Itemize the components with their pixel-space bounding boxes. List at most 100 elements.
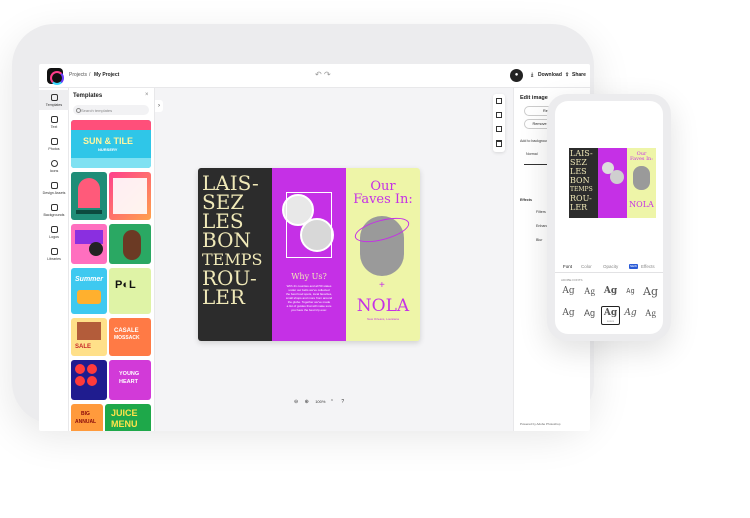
add-to-background-toggle[interactable]: Add to background xyxy=(520,139,550,143)
faves-line: Faves In: xyxy=(353,192,413,207)
phone-canvas-left: LAIS- SEZ LES BON TEMPS ROU- LER xyxy=(569,148,598,218)
font-option[interactable]: Ag xyxy=(580,285,599,304)
chevron-up-icon[interactable]: ⌃ xyxy=(330,399,334,405)
phone-headline: LAIS- SEZ LES BON TEMPS ROU- LER xyxy=(570,149,598,212)
headline-line: TEMPS xyxy=(570,186,593,193)
zoom-in-icon[interactable]: ⊕ xyxy=(305,399,309,405)
rail-item-text[interactable]: Text xyxy=(39,112,69,132)
template-thumb[interactable] xyxy=(109,224,151,264)
stage: Projects / My Project ↶ ↷ ● ⤓ Download ⇪… xyxy=(0,0,750,518)
city-subtitle: New Orleans, Louisiana xyxy=(367,317,399,321)
thumb-text: P◐L xyxy=(115,279,136,291)
template-thumb[interactable]: Summer xyxy=(71,268,107,314)
font-option[interactable]: Ag xyxy=(641,307,660,326)
breadcrumb-project[interactable]: My Project xyxy=(94,72,119,78)
font-option[interactable]: Ag xyxy=(580,307,599,326)
tab-color[interactable]: Color xyxy=(581,264,592,269)
blend-mode-select[interactable]: Normal xyxy=(526,152,538,156)
template-thumb[interactable]: SALE xyxy=(71,318,107,356)
templates-title: Templates xyxy=(73,93,103,99)
canvas-headline: LAIS- SEZ LES BON TEMPS ROU- LER xyxy=(202,173,270,307)
rail-label: Design Assets xyxy=(42,191,66,195)
font-option[interactable]: Ag xyxy=(621,307,640,326)
tab-font[interactable]: Font xyxy=(563,264,572,269)
rail-item-design-assets[interactable]: Design Assets xyxy=(39,178,69,198)
collapse-panel-icon[interactable]: › xyxy=(155,100,163,112)
template-thumb[interactable] xyxy=(71,224,107,264)
rail-item-libraries[interactable]: Libraries xyxy=(39,244,69,264)
headline-line: LAIS- xyxy=(570,149,593,158)
canvas-left-panel: LAIS- SEZ LES BON TEMPS ROU- LER xyxy=(198,168,272,341)
tab-opacity[interactable]: Opacity xyxy=(603,264,618,269)
rail-label: Icons xyxy=(49,169,59,173)
redo-icon[interactable]: ↷ xyxy=(324,70,331,79)
phone-canvas[interactable]: LAIS- SEZ LES BON TEMPS ROU- LER Our Fav… xyxy=(569,148,656,218)
rail-item-logos[interactable]: Logos xyxy=(39,222,69,242)
undo-icon[interactable]: ↶ xyxy=(315,70,322,79)
template-thumb[interactable] xyxy=(71,360,107,400)
rail-item-photos[interactable]: Photos xyxy=(39,134,69,154)
rail-label: Backgrounds xyxy=(43,213,65,217)
arrange-icon[interactable] xyxy=(496,126,502,132)
template-search-input[interactable]: Search templates xyxy=(73,105,149,115)
close-icon[interactable]: × xyxy=(145,92,149,98)
backgrounds-icon xyxy=(50,204,58,211)
font-option[interactable]: Ag xyxy=(559,285,578,304)
phone-screen: LAIS- SEZ LES BON TEMPS ROU- LER Our Fav… xyxy=(555,101,663,334)
blur-item[interactable]: Blur xyxy=(536,238,542,242)
thumb-decor xyxy=(75,364,85,374)
zoom-level[interactable]: 100% xyxy=(315,399,325,404)
font-option[interactable]: Ag xyxy=(601,285,620,304)
template-thumb[interactable]: P◐L xyxy=(109,268,151,314)
thumb-decor xyxy=(71,120,151,130)
thumb-text: BIG xyxy=(81,411,90,417)
top-bar: Projects / My Project ↶ ↷ ● ⤓ Download ⇪… xyxy=(39,64,590,88)
canvas-right-panel: Our Faves In: + NOLA New Orleans, Louisi… xyxy=(346,168,420,341)
breadcrumb-separator: / xyxy=(89,72,91,78)
template-thumb[interactable]: BIG ANNUAL xyxy=(71,404,103,431)
font-option[interactable]: Ag xyxy=(559,307,578,326)
thumb-decor xyxy=(78,178,100,208)
font-glyph: Ag xyxy=(583,308,595,318)
breadcrumb-projects[interactable]: Projects xyxy=(69,72,87,78)
template-thumb[interactable]: CASALE MOSSACK xyxy=(109,318,151,356)
layer-icon[interactable] xyxy=(496,98,502,104)
template-thumb[interactable] xyxy=(71,172,107,220)
trash-icon[interactable] xyxy=(496,140,502,147)
rail-item-icons[interactable]: Icons xyxy=(39,156,69,176)
headline-line: LES xyxy=(570,167,587,176)
font-option-selected[interactable]: Ag Lorem xyxy=(601,306,620,325)
font-label: Lorem xyxy=(606,320,615,323)
template-thumb[interactable]: JUICE MENU xyxy=(105,404,151,431)
duplicate-icon[interactable] xyxy=(496,112,502,118)
template-thumb[interactable]: SUN & TILE NURSERY xyxy=(71,120,151,168)
font-option[interactable]: Ag xyxy=(621,285,640,304)
body-line: you have the best trip ever. xyxy=(290,308,328,312)
rail-label: Templates xyxy=(45,103,63,107)
design-canvas[interactable]: LAIS- SEZ LES BON TEMPS ROU- LER Why Us? xyxy=(198,168,420,341)
text-icon xyxy=(50,116,58,123)
canvas-mini-toolbar xyxy=(493,94,505,152)
app-screen: Projects / My Project ↶ ↷ ● ⤓ Download ⇪… xyxy=(39,64,590,431)
thumb-decor xyxy=(123,230,141,260)
download-button[interactable]: Download xyxy=(538,72,562,78)
help-icon[interactable]: ? xyxy=(341,399,344,405)
tab-effects[interactable]: Effects xyxy=(641,264,655,269)
download-icon[interactable]: ⤓ xyxy=(531,72,533,78)
selection-box xyxy=(286,192,332,258)
account-avatar[interactable]: ● xyxy=(510,69,523,82)
font-option[interactable]: Ag xyxy=(641,285,660,304)
template-thumb[interactable]: YOUNG HEART xyxy=(109,360,151,400)
thumb-decor xyxy=(113,178,147,214)
share-button[interactable]: Share xyxy=(572,72,586,78)
rail-item-templates[interactable]: Templates xyxy=(39,90,69,110)
share-icon[interactable]: ⇪ xyxy=(565,72,569,78)
filters-item[interactable]: Filters xyxy=(536,210,546,214)
left-rail: Templates Text Photos Icons Design Asset… xyxy=(39,88,69,431)
phone-city: NOLA xyxy=(629,200,654,209)
rail-item-backgrounds[interactable]: Backgrounds xyxy=(39,200,69,220)
app-logo-icon[interactable] xyxy=(47,68,64,85)
zoom-out-icon[interactable]: ⊖ xyxy=(294,399,298,405)
building-photo xyxy=(633,166,650,190)
template-thumb[interactable] xyxy=(109,172,151,220)
